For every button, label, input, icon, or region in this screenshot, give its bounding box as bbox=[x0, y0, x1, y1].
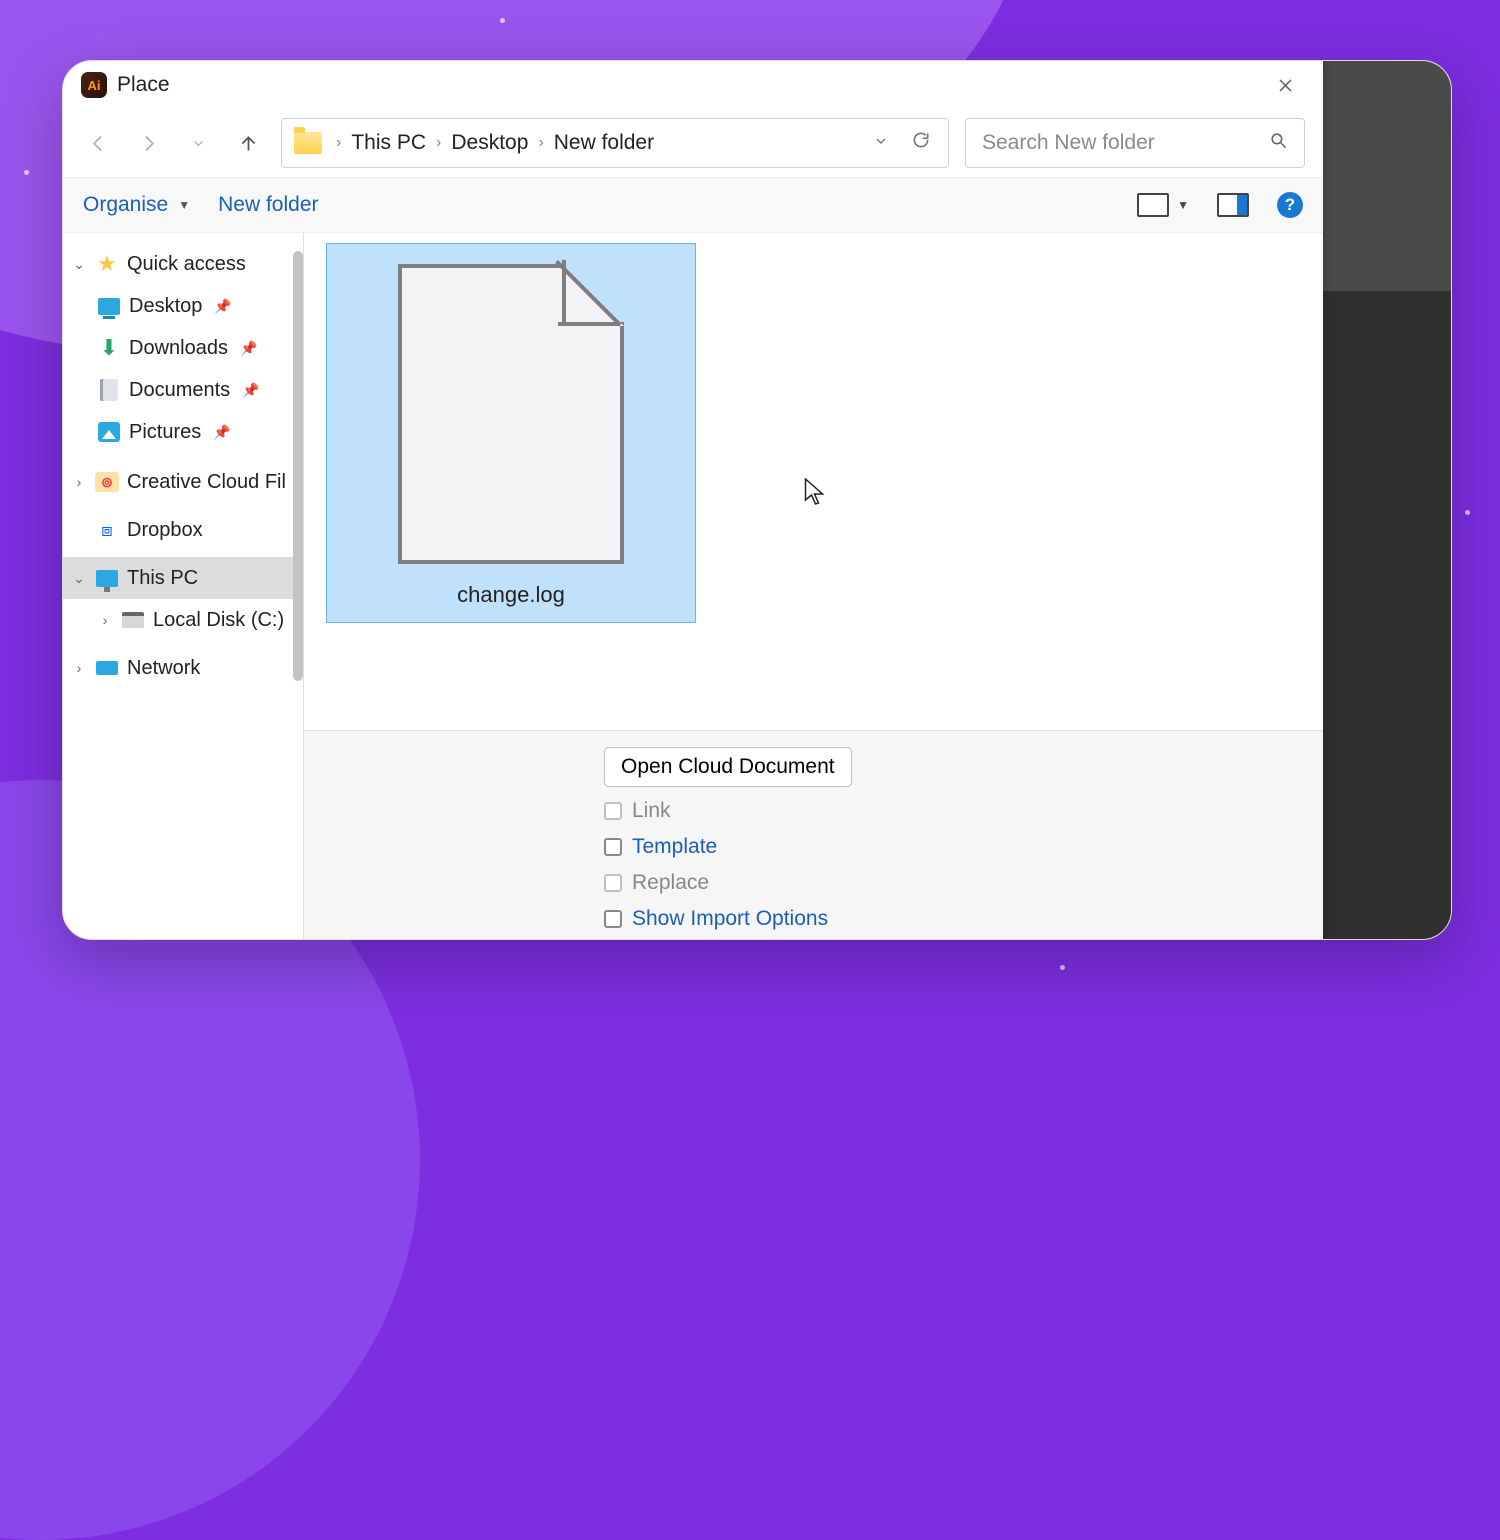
file-item-selected[interactable]: change.log bbox=[326, 243, 696, 623]
view-mode-button[interactable]: ▼ bbox=[1137, 193, 1189, 217]
pc-icon bbox=[96, 570, 118, 587]
sidebar-item-creative-cloud[interactable]: › ⊚ Creative Cloud Fil bbox=[63, 461, 303, 503]
option-replace[interactable]: Replace bbox=[604, 871, 1293, 895]
options-panel: Open Cloud Document Link Template Replac… bbox=[304, 730, 1323, 940]
breadcrumb-item[interactable]: Desktop bbox=[451, 131, 528, 155]
pin-icon: 📌 bbox=[214, 298, 230, 315]
dialog-titlebar: Ai Place bbox=[63, 61, 1323, 109]
sidebar-quick-access[interactable]: ⌄ ★ Quick access bbox=[63, 243, 303, 285]
file-pane: change.log Open Cloud Document Link Temp… bbox=[303, 233, 1323, 940]
pin-icon: 📌 bbox=[242, 382, 258, 399]
forward-button[interactable] bbox=[131, 126, 165, 160]
place-dialog: Ai Place › This PC bbox=[63, 61, 1323, 940]
new-folder-button[interactable]: New folder bbox=[218, 193, 318, 217]
document-icon bbox=[100, 379, 118, 401]
file-icon bbox=[398, 264, 624, 564]
sidebar-item-downloads[interactable]: ⬇ Downloads 📌 bbox=[63, 327, 303, 369]
sidebar-item-network[interactable]: › Network bbox=[63, 647, 303, 689]
pin-icon: 📌 bbox=[240, 340, 256, 357]
sidebar-item-documents[interactable]: Documents 📌 bbox=[63, 369, 303, 411]
illustrator-canvas-backdrop bbox=[1321, 291, 1451, 940]
search-field[interactable]: Search New folder bbox=[965, 118, 1305, 168]
dialog-title: Place bbox=[117, 73, 170, 97]
organise-menu[interactable]: Organise bbox=[83, 193, 168, 217]
option-label: Link bbox=[632, 799, 671, 823]
network-icon bbox=[96, 661, 118, 675]
checkbox-icon[interactable] bbox=[604, 802, 622, 820]
checkbox-icon[interactable] bbox=[604, 838, 622, 856]
recent-locations-button[interactable] bbox=[181, 126, 215, 160]
sidebar: ⌄ ★ Quick access Desktop 📌 ⬇ Downloads 📌… bbox=[63, 233, 303, 940]
sidebar-item-label: Pictures bbox=[129, 421, 201, 444]
app-frame: Ai Place › This PC bbox=[62, 60, 1452, 940]
breadcrumb-item[interactable]: New folder bbox=[554, 131, 654, 155]
sidebar-item-desktop[interactable]: Desktop 📌 bbox=[63, 285, 303, 327]
sidebar-item-label: Creative Cloud Fil bbox=[127, 471, 286, 494]
creative-cloud-icon: ⊚ bbox=[95, 472, 119, 492]
chevron-right-icon: › bbox=[436, 134, 441, 152]
cursor-icon bbox=[804, 478, 825, 506]
search-placeholder: Search New folder bbox=[982, 131, 1259, 155]
chevron-right-icon: › bbox=[336, 134, 341, 152]
sidebar-item-local-disk[interactable]: › Local Disk (C:) bbox=[63, 599, 303, 641]
sidebar-item-this-pc[interactable]: ⌄ This PC bbox=[63, 557, 303, 599]
address-dropdown-button[interactable] bbox=[866, 131, 896, 155]
sidebar-item-label: Quick access bbox=[127, 253, 246, 276]
open-cloud-document-button[interactable]: Open Cloud Document bbox=[604, 747, 852, 787]
pin-icon: 📌 bbox=[213, 424, 229, 441]
sidebar-item-label: Documents bbox=[129, 379, 230, 402]
sidebar-item-label: Network bbox=[127, 657, 200, 680]
sidebar-scrollbar[interactable] bbox=[293, 251, 303, 681]
breadcrumb-item[interactable]: This PC bbox=[351, 131, 426, 155]
sidebar-item-label: This PC bbox=[127, 567, 198, 590]
option-label: Template bbox=[632, 835, 717, 859]
disk-icon bbox=[122, 612, 144, 628]
checkbox-icon[interactable] bbox=[604, 910, 622, 928]
option-label: Replace bbox=[632, 871, 709, 895]
option-label: Show Import Options bbox=[632, 907, 828, 931]
dropbox-icon: ⧈ bbox=[95, 518, 119, 542]
sidebar-item-pictures[interactable]: Pictures 📌 bbox=[63, 411, 303, 453]
star-icon: ★ bbox=[95, 252, 119, 276]
help-button[interactable]: ? bbox=[1277, 192, 1303, 218]
search-icon bbox=[1269, 131, 1288, 156]
chevron-right-icon: › bbox=[538, 134, 543, 152]
sidebar-item-label: Desktop bbox=[129, 295, 202, 318]
checkbox-icon[interactable] bbox=[604, 874, 622, 892]
option-link[interactable]: Link bbox=[604, 799, 1293, 823]
nav-bar: › This PC › Desktop › New folder Search … bbox=[63, 109, 1323, 177]
address-bar[interactable]: › This PC › Desktop › New folder bbox=[281, 118, 949, 168]
back-button[interactable] bbox=[81, 126, 115, 160]
option-show-import[interactable]: Show Import Options bbox=[604, 907, 1293, 931]
close-button[interactable] bbox=[1265, 65, 1305, 105]
sidebar-item-label: Dropbox bbox=[127, 519, 203, 542]
sidebar-item-label: Downloads bbox=[129, 337, 228, 360]
sidebar-item-label: Local Disk (C:) bbox=[153, 609, 284, 632]
desktop-icon bbox=[98, 298, 120, 315]
pictures-icon bbox=[98, 422, 120, 442]
toolbar: Organise ▼ New folder ▼ ? bbox=[63, 177, 1323, 233]
preview-pane-button[interactable] bbox=[1217, 193, 1249, 217]
refresh-button[interactable] bbox=[906, 130, 936, 156]
folder-icon bbox=[294, 132, 322, 154]
file-grid[interactable]: change.log bbox=[304, 233, 1323, 730]
file-name: change.log bbox=[457, 582, 565, 608]
up-button[interactable] bbox=[231, 126, 265, 160]
illustrator-app-icon: Ai bbox=[81, 72, 107, 98]
download-icon: ⬇ bbox=[97, 336, 121, 360]
sidebar-item-dropbox[interactable]: ⧈ Dropbox bbox=[63, 509, 303, 551]
option-template[interactable]: Template bbox=[604, 835, 1293, 859]
